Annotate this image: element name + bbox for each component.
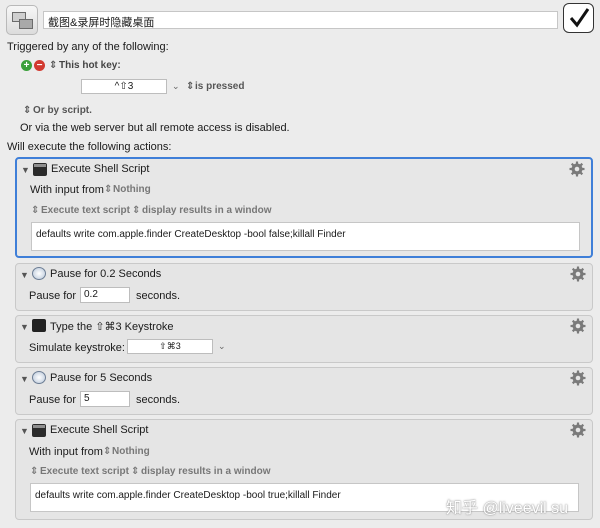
hotkey-condition[interactable]: is pressed [195, 81, 244, 92]
disclosure-triangle-icon[interactable]: ▼ [20, 270, 29, 280]
with-input-popup[interactable]: Nothing [113, 184, 151, 195]
action-execute-shell-script-1[interactable]: ▼ Execute Shell Script With input from ⇕… [15, 157, 593, 258]
action-pause-2[interactable]: ▼ Pause for 5 Seconds Pause for 5 second… [15, 367, 593, 415]
action-title: Execute Shell Script [51, 163, 150, 175]
clock-icon [32, 267, 46, 280]
chevron-down-icon[interactable]: ⌄ [172, 81, 180, 92]
with-input-label: With input from [30, 184, 104, 196]
stepper-icon[interactable]: ⇕ [186, 81, 194, 92]
macro-app-icon[interactable] [6, 5, 38, 35]
chevron-down-icon[interactable]: ⌄ [218, 341, 226, 352]
shell-script-icon [32, 424, 46, 437]
output-popup[interactable]: display results in a window [142, 205, 271, 216]
stepper-icon[interactable]: ⇕ [103, 446, 111, 457]
action-title: Pause for 0.2 Seconds [50, 268, 162, 280]
or-by-script-label[interactable]: Or by script. [33, 105, 92, 116]
action-title: Type the ⇧⌘3 Keystroke [50, 321, 174, 333]
watermark: 知乎 @liveevil su [446, 500, 569, 517]
stepper-icon[interactable]: ⇕ [131, 466, 139, 477]
stepper-icon[interactable]: ⇕ [31, 205, 39, 216]
keystroke-icon [32, 319, 46, 332]
disclosure-triangle-icon[interactable]: ▼ [21, 165, 30, 175]
keystroke-field[interactable]: ⇧⌘3 [127, 339, 213, 354]
pause-seconds-field[interactable]: 5 [80, 391, 130, 407]
simulate-keystroke-label: Simulate keystroke: [29, 342, 125, 354]
script-text-area[interactable]: defaults write com.apple.finder CreateDe… [31, 222, 580, 251]
disclosure-triangle-icon[interactable]: ▼ [20, 426, 29, 436]
stepper-icon[interactable]: ⇕ [132, 205, 140, 216]
triggers-heading: Triggered by any of the following: [7, 41, 169, 53]
action-type-keystroke[interactable]: ▼ Type the ⇧⌘3 Keystroke Simulate keystr… [15, 315, 593, 363]
disclosure-triangle-icon[interactable]: ▼ [20, 374, 29, 384]
checkmark-icon [569, 8, 590, 28]
gear-icon[interactable] [570, 318, 586, 334]
stepper-icon[interactable]: ⇕ [104, 184, 112, 195]
web-server-note: Or via the web server but all remote acc… [20, 122, 290, 134]
gear-icon[interactable] [569, 161, 585, 177]
gear-icon[interactable] [570, 266, 586, 282]
stepper-icon[interactable]: ⇕ [30, 466, 38, 477]
with-input-popup[interactable]: Nothing [112, 446, 150, 457]
pause-label: Pause for [29, 394, 77, 406]
hotkey-field[interactable]: ^⇧3 [81, 79, 167, 94]
disclosure-triangle-icon[interactable]: ▼ [20, 322, 29, 332]
gear-icon[interactable] [570, 370, 586, 386]
actions-heading: Will execute the following actions: [7, 141, 172, 153]
with-input-label: With input from [29, 446, 103, 458]
add-icon[interactable]: + [21, 60, 32, 71]
seconds-unit: seconds. [136, 394, 181, 406]
stepper-icon[interactable]: ⇕ [49, 60, 57, 71]
action-pause-1[interactable]: ▼ Pause for 0.2 Seconds Pause for 0.2 se… [15, 263, 593, 311]
gear-icon[interactable] [570, 422, 586, 438]
shell-script-icon [33, 163, 47, 176]
seconds-unit: seconds. [136, 290, 181, 302]
stepper-icon[interactable]: ⇕ [23, 105, 31, 116]
action-title: Pause for 5 Seconds [50, 372, 153, 384]
script-mode-popup[interactable]: Execute text script [40, 466, 129, 477]
clock-icon [32, 371, 46, 384]
pause-label: Pause for [29, 290, 77, 302]
hotkey-trigger-label[interactable]: This hot key: [59, 60, 121, 71]
output-popup[interactable]: display results in a window [141, 466, 270, 477]
pause-seconds-field[interactable]: 0.2 [80, 287, 130, 303]
remove-icon[interactable]: − [34, 60, 45, 71]
action-title: Execute Shell Script [50, 424, 149, 436]
macro-name-field[interactable]: 截图&录屏时隐藏桌面 [43, 11, 558, 29]
script-mode-popup[interactable]: Execute text script [41, 205, 130, 216]
macro-enabled-checkbox[interactable] [563, 3, 594, 33]
